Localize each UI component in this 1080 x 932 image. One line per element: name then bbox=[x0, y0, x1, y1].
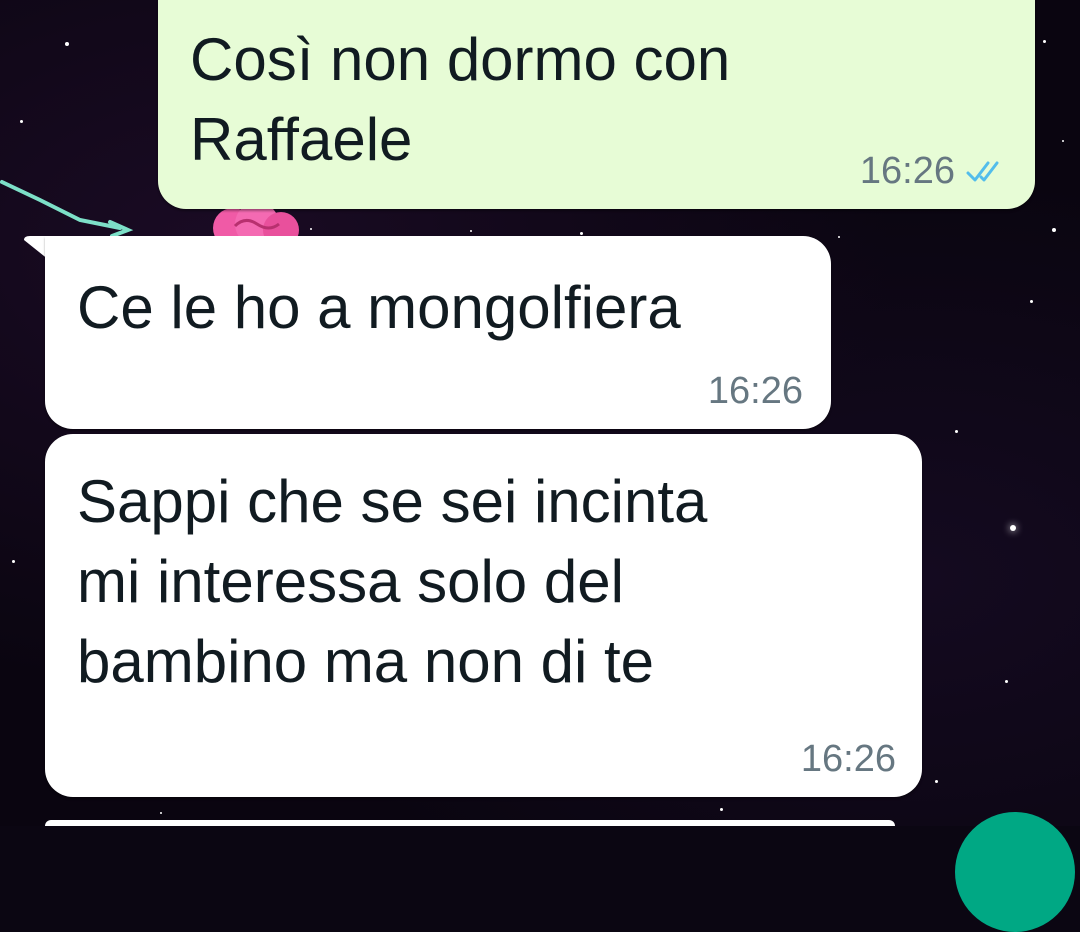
message-text: Sappi che se sei incinta mi interessa so… bbox=[77, 468, 708, 695]
wallpaper-star bbox=[65, 42, 69, 46]
message-meta: 16:26 bbox=[801, 738, 896, 781]
wallpaper-star bbox=[580, 232, 583, 235]
message-time: 16:26 bbox=[859, 150, 955, 192]
outgoing-message-bubble[interactable]: Così non dormo con Raffaele 16:26 bbox=[158, 0, 1035, 209]
wallpaper-star bbox=[1043, 40, 1046, 43]
message-time: 16:26 bbox=[707, 370, 803, 412]
wallpaper-star bbox=[1062, 140, 1064, 142]
double-check-icon bbox=[966, 161, 999, 181]
partial-message-bubble[interactable] bbox=[45, 820, 895, 826]
wallpaper-doodle bbox=[0, 180, 134, 238]
wallpaper-star bbox=[470, 230, 472, 232]
wallpaper-star bbox=[160, 812, 162, 814]
wallpaper-star bbox=[935, 780, 938, 783]
message-time: 16:26 bbox=[800, 738, 896, 780]
incoming-message-bubble[interactable]: Ce le ho a mongolfiera 16:26 bbox=[45, 236, 831, 429]
wallpaper-star bbox=[12, 560, 15, 563]
message-meta: 16:26 bbox=[860, 150, 1007, 193]
incoming-message-bubble[interactable]: Sappi che se sei incinta mi interessa so… bbox=[45, 434, 922, 797]
wallpaper-star bbox=[20, 120, 23, 123]
wallpaper-star bbox=[1030, 300, 1033, 303]
wallpaper-star bbox=[1052, 228, 1056, 232]
scroll-down-button[interactable] bbox=[955, 812, 1075, 932]
wallpaper-star bbox=[1005, 680, 1008, 683]
wallpaper-star bbox=[955, 430, 958, 433]
message-text: Così non dormo con Raffaele bbox=[190, 26, 731, 173]
wallpaper-star bbox=[310, 228, 312, 230]
wallpaper-star bbox=[1010, 525, 1016, 531]
wallpaper-star bbox=[720, 808, 723, 811]
message-text: Ce le ho a mongolfiera bbox=[77, 274, 681, 341]
wallpaper-star bbox=[838, 236, 840, 238]
message-meta: 16:26 bbox=[708, 370, 803, 413]
